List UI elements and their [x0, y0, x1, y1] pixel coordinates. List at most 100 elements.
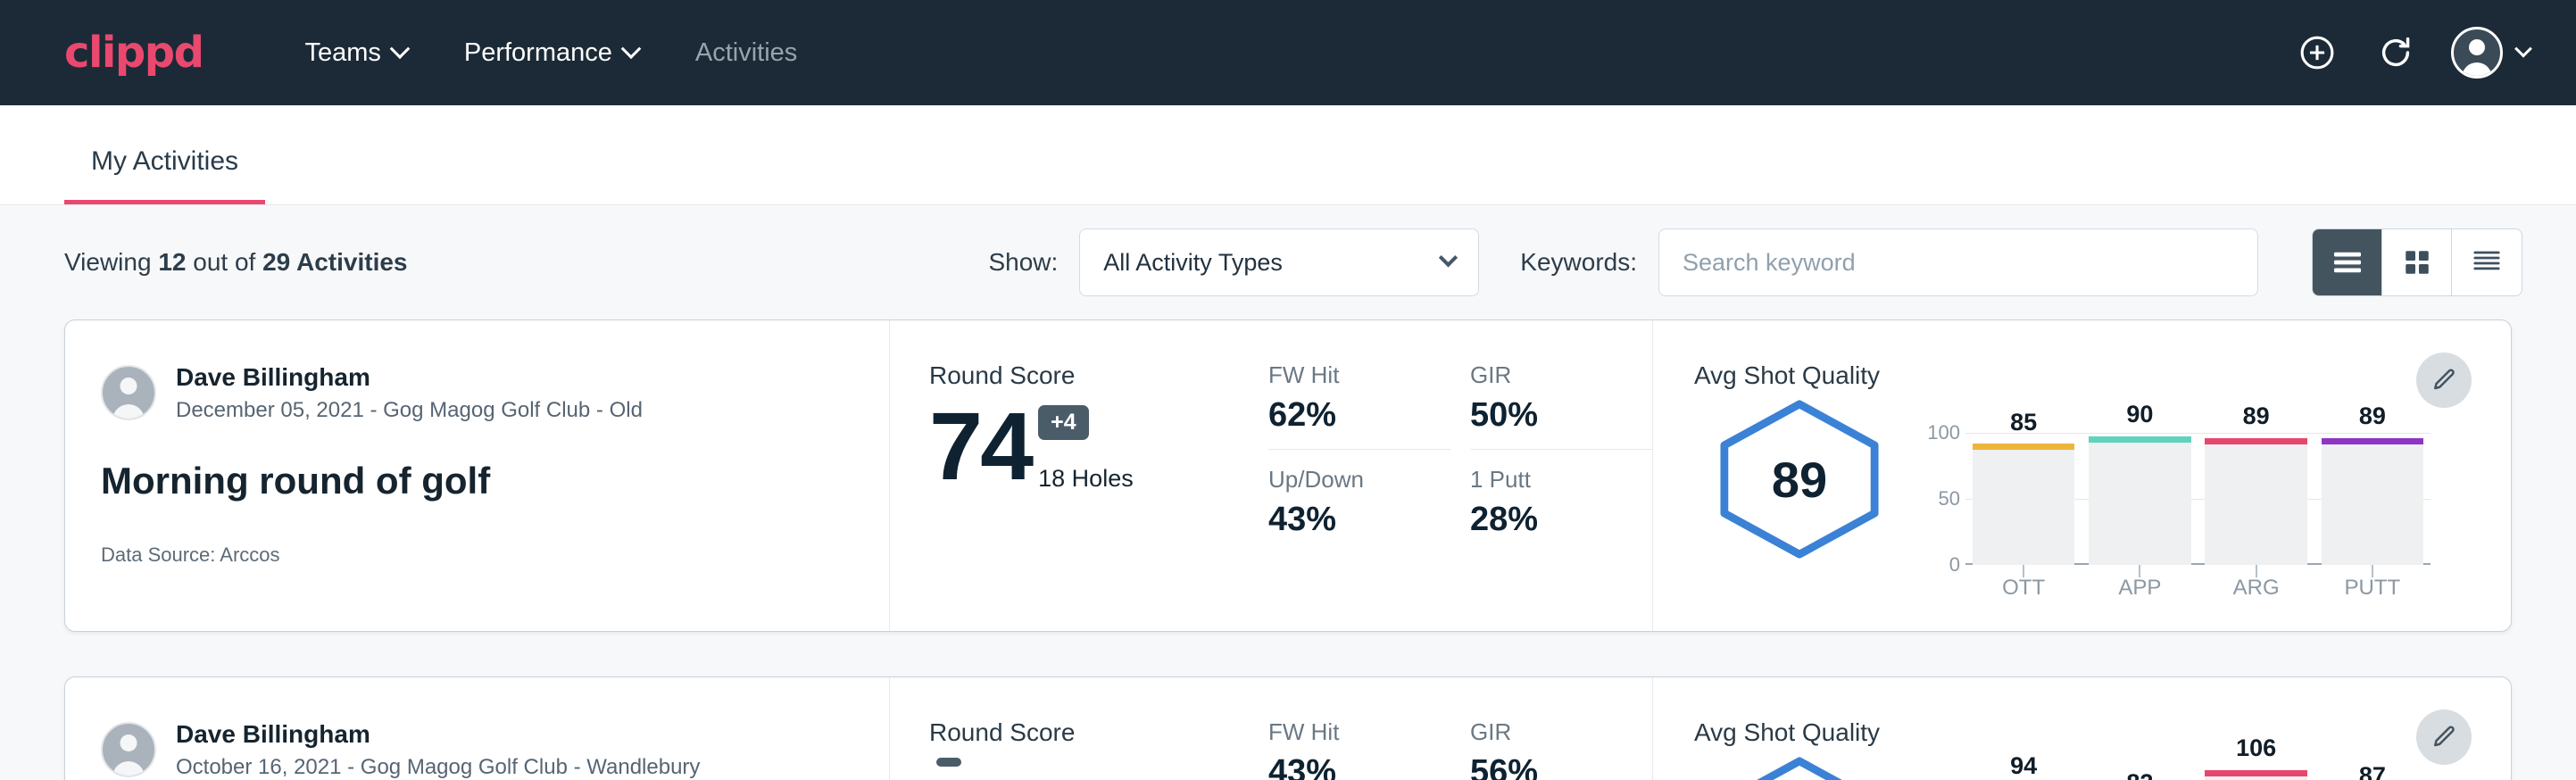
chevron-down-icon: [2514, 40, 2532, 58]
compact-view-icon: [2471, 248, 2503, 277]
bar-value-ott: 85: [2010, 409, 2037, 436]
quality-hexagon-value: [1712, 756, 1887, 780]
x-label-putt: PUTT: [2322, 576, 2424, 601]
chart-bars: 85 90 89: [1965, 408, 2431, 565]
activity-stats-grid: FW Hit 43% GIR 56% Up/Down 1 Putt: [1268, 677, 1652, 780]
stat-gir-value: 50%: [1470, 396, 1620, 435]
bar-group-arg: 106: [2205, 765, 2307, 780]
chart-x-axis: OTT APP ARG PUTT: [1965, 565, 2431, 601]
avatar-icon: [2451, 27, 2503, 79]
bar-arg: [2205, 770, 2307, 780]
y-tick-0: 0: [1949, 553, 1960, 577]
filter-toolbar: Viewing 12 out of 29 Activities Show: Al…: [0, 205, 2576, 319]
activity-summary-column: Dave Billingham October 16, 2021 - Gog M…: [65, 677, 890, 780]
activity-data-source: Data Source: Arccos: [101, 544, 853, 567]
nav-right-actions: [2294, 27, 2530, 79]
bar-group-ott: 94: [1973, 765, 2075, 780]
clippd-logo[interactable]: clippd: [64, 31, 203, 74]
stat-one-putt: 1 Putt 28%: [1470, 466, 1652, 539]
refresh-button[interactable]: [2372, 29, 2419, 76]
nav-item-activities-label: Activities: [695, 38, 797, 68]
score-differential-badge: +4: [1038, 405, 1089, 440]
quality-hexagon-wrap: 89: [1694, 399, 1905, 560]
view-mode-list[interactable]: [2313, 229, 2382, 295]
score-differential-badge: [936, 758, 961, 767]
add-button[interactable]: [2294, 29, 2340, 76]
stat-up-down-value: 43%: [1268, 501, 1418, 539]
show-label: Show:: [988, 248, 1058, 277]
view-mode-compact[interactable]: [2452, 229, 2522, 295]
bar-group-app: 90: [2089, 408, 2191, 565]
chart-bars: 94 82 106: [1965, 765, 2431, 780]
nav-item-teams-label: Teams: [304, 38, 380, 68]
chevron-down-icon: [1439, 248, 1458, 267]
chart-plot-area: 94 82 106: [1965, 765, 2431, 780]
x-label-ott: OTT: [1973, 576, 2075, 601]
avg-shot-quality-label: Avg Shot Quality: [1694, 718, 2511, 747]
bar-putt: [2322, 438, 2424, 565]
user-menu[interactable]: [2451, 27, 2530, 79]
stat-gir-label: GIR: [1470, 718, 1620, 746]
activity-card[interactable]: Dave Billingham October 16, 2021 - Gog M…: [64, 676, 2512, 780]
avg-shot-quality-column: Avg Shot Quality 100 50: [1652, 677, 2511, 780]
view-mode-grid[interactable]: [2382, 229, 2452, 295]
nav-item-teams[interactable]: Teams: [276, 38, 435, 68]
bar-arg: [2205, 438, 2307, 565]
quality-hexagon: 89: [1712, 399, 1887, 560]
edit-icon: [2431, 367, 2457, 394]
stat-one-putt-value: 28%: [1470, 501, 1620, 539]
chevron-down-icon: [621, 38, 642, 59]
nav-item-performance[interactable]: Performance: [436, 38, 667, 68]
owner-name: Dave Billingham: [176, 361, 643, 393]
edit-activity-button[interactable]: [2416, 709, 2472, 765]
nav-item-activities[interactable]: Activities: [667, 38, 826, 68]
filter-controls: Show: All Activity Types Keywords:: [988, 228, 2522, 296]
round-score-value-row: 74 +4 18 Holes: [929, 401, 1268, 493]
viewing-summary: Viewing 12 out of 29 Activities: [64, 248, 408, 277]
round-score-value-row: [929, 758, 1268, 780]
stat-up-down-label: Up/Down: [1268, 466, 1418, 494]
stat-fw-hit-value: 43%: [1268, 753, 1418, 780]
viewing-prefix: Viewing: [64, 248, 158, 276]
list-view-icon: [2331, 249, 2364, 276]
tab-my-activities[interactable]: My Activities: [64, 146, 265, 204]
avg-shot-quality-body: 100 50 0 94: [1694, 756, 2511, 780]
round-score-label: Round Score: [929, 361, 1268, 390]
stat-up-down: Up/Down 43%: [1268, 466, 1450, 539]
stat-fw-hit-label: FW Hit: [1268, 361, 1418, 389]
chart-y-axis: 100 50 0: [1905, 408, 1965, 565]
search-input[interactable]: [1658, 228, 2258, 296]
x-label-arg: ARG: [2205, 576, 2307, 601]
bar-app: [2089, 436, 2191, 565]
stat-gir-label: GIR: [1470, 361, 1620, 389]
y-tick-100: 100: [1927, 421, 1960, 444]
round-score-value: 74: [929, 401, 1031, 493]
bar-group-app: 82: [2089, 765, 2191, 780]
tab-my-activities-label: My Activities: [91, 146, 238, 176]
activity-owner: Dave Billingham December 05, 2021 - Gog …: [101, 361, 853, 424]
quality-hexagon-value: 89: [1712, 399, 1887, 560]
stat-gir: GIR 56%: [1470, 718, 1652, 780]
activity-meta: December 05, 2021 - Gog Magog Golf Club …: [176, 396, 643, 424]
viewing-mid: out of: [186, 248, 262, 276]
bar-group-ott: 85: [1973, 408, 2075, 565]
top-navigation-bar: clippd Teams Performance Activities: [0, 0, 2576, 105]
view-mode-toggle: [2312, 228, 2522, 296]
avg-shot-quality-body: 89 100 50 0: [1694, 399, 2511, 601]
stat-fw-hit: FW Hit 62%: [1268, 361, 1450, 450]
activity-title: Morning round of golf: [101, 460, 853, 502]
quality-hexagon-wrap: [1694, 756, 1905, 780]
bar-value-app: 90: [2126, 401, 2153, 428]
holes-label: 18 Holes: [1038, 465, 1134, 493]
stat-fw-hit-value: 62%: [1268, 396, 1418, 435]
activity-type-select[interactable]: All Activity Types: [1079, 228, 1479, 296]
edit-activity-button[interactable]: [2416, 353, 2472, 408]
refresh-icon: [2376, 33, 2415, 72]
activity-card[interactable]: Dave Billingham December 05, 2021 - Gog …: [64, 319, 2512, 632]
stat-fw-hit: FW Hit 43%: [1268, 718, 1450, 780]
nav-item-performance-label: Performance: [464, 38, 612, 68]
round-score-column: Round Score 74 +4 18 Holes: [890, 320, 1268, 631]
avg-shot-quality-column: Avg Shot Quality 89 100 50: [1652, 320, 2511, 631]
plus-circle-icon: [2298, 33, 2337, 72]
stat-gir: GIR 50%: [1470, 361, 1652, 450]
